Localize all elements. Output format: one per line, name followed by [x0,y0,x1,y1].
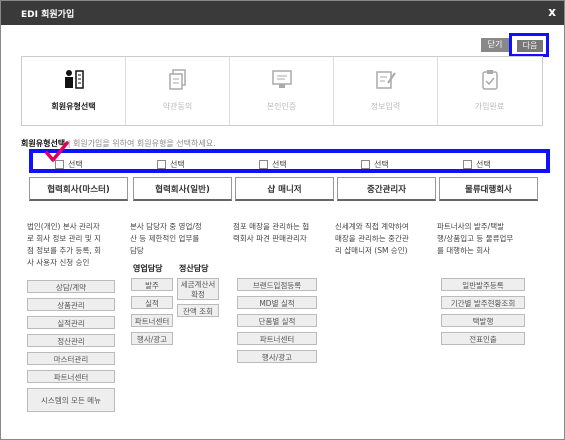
type-header-shop-manager[interactable]: 샵 매니저 [235,177,334,201]
description-master: 법인(개인) 본사 관리자 로 회사 정보 관리 및 지 점 정보를 추가 등록… [27,221,127,269]
column-middle-manager: 중간관리자 [337,177,436,201]
menu-item-performance[interactable]: 단품별 실적 [237,314,317,327]
menu-product-mgmt[interactable]: 상품관리 [27,298,115,311]
checkbox-box[interactable] [157,160,166,169]
checkbox-row-highlight: 선택 선택 선택 선택 선택 [29,149,550,173]
menu-order[interactable]: 발주 [131,278,173,291]
desc-line: 로 회사 정보 관리 및 지 [27,234,102,243]
menu-partner-center[interactable]: 파트너센터 [27,370,115,383]
menu-tag-issue[interactable]: 택발행 [441,314,525,327]
description-middle-manager: 신세계와 직접 계약하여 매장을 관리하는 중간관 리 샵매니저 (SM 승인) [335,221,435,257]
person-building-icon [22,69,125,96]
step-progress: 회원유형선택 약관동의 본인인증 정보입력 가입완료 [21,56,543,126]
desc-line: 를 대행하는 회사 [437,246,491,255]
desc-line: 사 사용자 신청 승인 [27,258,90,267]
check-mark-icon [45,141,69,162]
menu-brand-register[interactable]: 브랜드입점등록 [237,278,317,291]
next-button-highlight: 다음 [509,33,549,57]
next-button[interactable]: 다음 [516,39,544,53]
subhead-sales: 영업담당 [133,264,163,273]
checkbox-label: 선택 [476,160,491,169]
type-header-logistics[interactable]: 물류대행회사 [439,177,538,201]
checkbox-box[interactable] [259,160,268,169]
desc-line: 점포 매장을 관리하는 협 [233,222,310,231]
step-info-input: 정보입력 [334,57,438,125]
desc-line: 신세계와 직접 계약하여 [335,222,409,231]
checkbox-label: 선택 [272,160,287,169]
menu-consult-contract[interactable]: 상담/계약 [27,280,115,293]
step-verification: 본인인증 [230,57,334,125]
menu-md-performance[interactable]: MD별 실적 [237,296,317,309]
menu-master-mgmt[interactable]: 마스터관리 [27,352,115,365]
desc-line: 점 정보를 추가 등록, 회 [27,246,102,255]
desc-line: 본사 담당자 중 영업/정 [130,222,202,231]
column-shop-manager: 샵 매니저 [235,177,334,201]
menu-performance[interactable]: 실적 [131,296,173,309]
step-label: 회원유형선택 [51,102,96,111]
step-member-type: 회원유형선택 [22,57,126,125]
desc-line: 리 샵매니저 (SM 승인) [335,246,408,255]
select-checkbox-general[interactable]: 선택 [157,159,185,170]
menu-partner-center-2[interactable]: 파트너센터 [131,314,173,327]
step-label: 약관동의 [162,102,193,111]
desc-line: 산 등 제한적인 업무를 [130,234,200,243]
step-terms: 약관동의 [126,57,230,125]
type-header-general[interactable]: 협력회사(일반) [133,177,232,201]
documents-icon [126,69,229,96]
select-checkbox-middle-manager[interactable]: 선택 [361,159,389,170]
menu-general-order-register[interactable]: 일반발주등록 [441,278,525,291]
step-label: 정보입력 [370,102,401,111]
menu-slip-print[interactable]: 전표인출 [441,332,525,345]
desc-line: 력회사 파견 판매관리자 [233,234,307,243]
column-master: 협력회사(마스터) [29,177,128,201]
step-label: 본인인증 [266,102,297,111]
menu-settlement-mgmt[interactable]: 정산관리 [27,334,115,347]
desc-line: 행/상품입고 등 물류업무 [437,234,514,243]
select-checkbox-logistics[interactable]: 선택 [463,159,491,170]
checkbox-box[interactable] [361,160,370,169]
subhead-settlement: 정산담당 [179,264,209,273]
column-general: 협력회사(일반) [133,177,232,201]
description-general: 본사 담당자 중 영업/정 산 등 제한적인 업무를 담당 [130,221,230,257]
type-header-middle-manager[interactable]: 중간관리자 [337,177,436,201]
menu-balance-inquiry[interactable]: 잔액 조회 [177,304,219,317]
menu-tax-invoice[interactable]: 세금계산서 확정 [177,278,219,300]
description-shop-manager: 점포 매장을 관리하는 협 력회사 파견 판매관리자 [233,221,333,245]
menu-partner-center-3[interactable]: 파트너센터 [237,332,317,345]
window-title: EDI 회원가입 [21,10,75,20]
checkbox-label: 선택 [170,160,185,169]
step-label: 가입완료 [474,102,505,111]
menu-performance-mgmt[interactable]: 실적관리 [27,316,115,329]
column-logistics: 물류대행회사 [439,177,538,201]
desc-line: 법인(개인) 본사 관리자 [27,222,100,231]
checkbox-box[interactable] [463,160,472,169]
menu-all-system[interactable]: 시스템의 모든 메뉴 [27,388,115,412]
checkbox-label: 선택 [68,160,83,169]
monitor-card-icon [230,69,333,96]
close-button[interactable]: 닫기 [481,38,509,52]
clipboard-check-icon [438,69,541,96]
menu-period-order-status[interactable]: 기간별 발주현황조회 [441,296,525,309]
desc-line: 파트너사의 발주/택발 [437,222,505,231]
signup-window: EDI 회원가입 x 닫기 다음 회원유형선택 약관동의 본인인증 정보입력 가… [0,0,565,440]
type-header-master[interactable]: 협력회사(마스터) [29,177,128,201]
edit-form-icon [334,69,437,96]
section-description: 회원가입을 위하여 회원유형을 선택하세요. [72,139,216,148]
desc-line: 매장을 관리하는 중간관 [335,234,409,243]
checkbox-label: 선택 [374,160,389,169]
desc-line: 담당 [130,246,144,255]
menu-event-ad-3[interactable]: 행사/광고 [237,350,317,363]
close-icon[interactable]: x [548,5,556,19]
menu-event-ad[interactable]: 행사/광고 [131,332,173,345]
window-titlebar: EDI 회원가입 x [1,1,564,25]
step-complete: 가입완료 [438,57,541,125]
select-checkbox-shop-manager[interactable]: 선택 [259,159,287,170]
description-logistics: 파트너사의 발주/택발 행/상품입고 등 물류업무 를 대행하는 회사 [437,221,541,257]
